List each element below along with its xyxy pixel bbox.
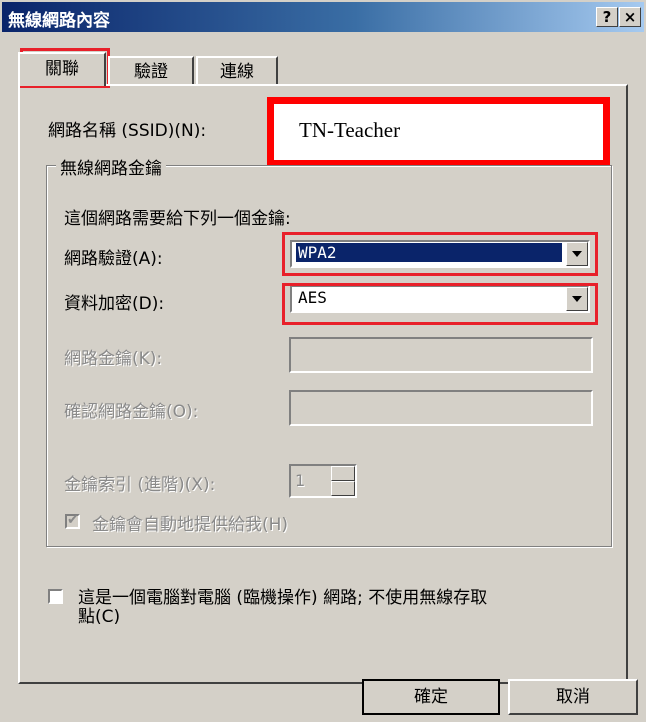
tab-connection[interactable]: 連線 xyxy=(196,56,278,86)
dialog-window: 無線網路內容 ? × 關聯 驗證 連線 網路名稱 (SSID)(N): TN-T… xyxy=(0,0,646,722)
ssid-value: TN-Teacher xyxy=(299,118,401,142)
auth-label: 網路驗證(A): xyxy=(64,249,163,269)
key-description: 這個網路需要給下列一個金鑰: xyxy=(64,209,291,229)
confirm-key-label: 確認網路金鑰(O): xyxy=(64,402,199,422)
window-title: 無線網路內容 xyxy=(8,11,110,31)
ok-button[interactable]: 確定 xyxy=(362,679,500,715)
network-key-input[interactable] xyxy=(289,337,593,373)
auto-key-checkbox[interactable]: ✔ xyxy=(65,512,80,529)
cancel-button[interactable]: 取消 xyxy=(508,679,638,715)
spinner-up-icon[interactable] xyxy=(331,466,355,481)
tab-association-label: 關聯 xyxy=(45,59,79,79)
tab-association[interactable]: 關聯 xyxy=(18,52,106,86)
tab-authentication[interactable]: 驗證 xyxy=(108,56,194,86)
encryption-highlight-frame xyxy=(282,283,598,325)
checkmark-icon: ✔ xyxy=(67,512,79,528)
tab-authentication-label: 驗證 xyxy=(134,62,168,82)
key-index-spinner[interactable]: 1 xyxy=(289,464,357,498)
auth-highlight-frame xyxy=(282,232,598,276)
help-button[interactable]: ? xyxy=(596,7,618,27)
confirm-key-input[interactable] xyxy=(289,390,593,426)
encryption-label: 資料加密(D): xyxy=(64,294,165,314)
auto-key-label: 金鑰會自動地提供給我(H) xyxy=(92,515,289,535)
key-index-label: 金鑰索引 (進階)(X): xyxy=(64,475,216,495)
adhoc-label-line2: 點(C) xyxy=(78,607,121,627)
key-index-value: 1 xyxy=(295,471,306,490)
adhoc-label-line1: 這是一個電腦對電腦 (臨機操作) 網路; 不使用無線存取 xyxy=(78,588,488,608)
network-key-label: 網路金鑰(K): xyxy=(64,349,163,369)
close-button[interactable]: × xyxy=(619,7,641,27)
adhoc-checkbox[interactable] xyxy=(48,589,63,604)
ssid-label: 網路名稱 (SSID)(N): xyxy=(48,121,207,141)
wireless-key-group-title: 無線網路金鑰 xyxy=(56,154,166,179)
spinner-down-icon[interactable] xyxy=(331,481,355,496)
ssid-field[interactable]: TN-Teacher xyxy=(267,97,610,167)
title-bar[interactable]: 無線網路內容 ? × xyxy=(2,2,644,32)
tab-connection-label: 連線 xyxy=(220,62,254,82)
